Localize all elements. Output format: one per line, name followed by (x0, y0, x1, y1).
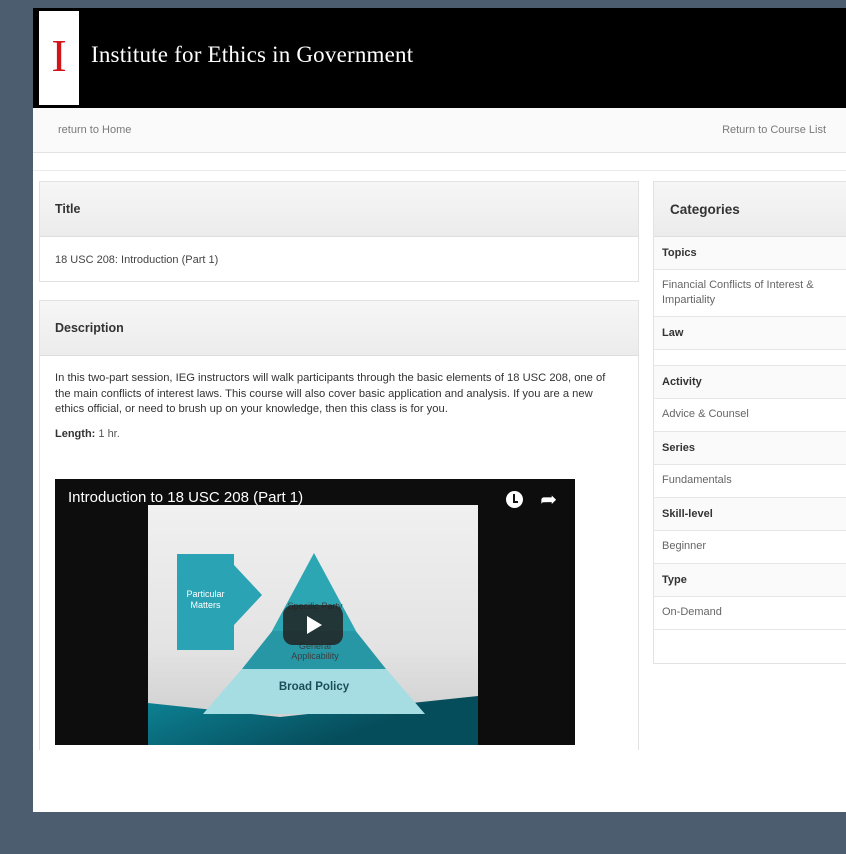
category-label-activity: Activity (654, 366, 846, 399)
description-text: In this two-part session, IEG instructor… (55, 372, 606, 415)
categories-heading: Categories (654, 182, 846, 237)
length-label: Length: (55, 427, 96, 440)
play-button[interactable] (283, 605, 343, 645)
category-value-skill-level[interactable]: Beginner (654, 531, 846, 564)
course-title: 18 USC 208: Introduction (Part 1) (55, 254, 219, 266)
site-logo[interactable]: I (39, 11, 79, 105)
course-length: Length: 1 hr. (40, 418, 638, 440)
nav-bar: return to Home Return to Course List (33, 108, 846, 153)
share-icon[interactable]: ➦ (540, 487, 557, 512)
description-panel-heading: Description (40, 301, 638, 356)
video-title[interactable]: Introduction to 18 USC 208 (Part 1) (68, 489, 303, 506)
category-label-topics: Topics (654, 237, 846, 270)
length-value: 1 hr. (98, 427, 120, 440)
title-panel: Title 18 USC 208: Introduction (Part 1) (39, 181, 639, 282)
video-player[interactable]: Particular Matters Broad Policy Specific… (55, 479, 575, 745)
category-value-activity[interactable]: Advice & Counsel (654, 399, 846, 432)
return-home-link[interactable]: return to Home (58, 124, 131, 136)
category-value-type[interactable]: On-Demand (654, 597, 846, 630)
slide-arrow (234, 565, 262, 625)
category-label-type: Type (654, 564, 846, 597)
category-value-series[interactable]: Fundamentals (654, 465, 846, 498)
slide-box-particular-matters: Particular Matters (177, 554, 234, 650)
category-label-skill-level: Skill-level (654, 498, 846, 531)
pyramid-base: Broad Policy (203, 669, 425, 714)
brand-header: I Institute for Ethics in Government (33, 8, 846, 108)
category-label-law: Law (654, 317, 846, 350)
description-panel: Description In this two-part session, IE… (39, 300, 639, 750)
site-title[interactable]: Institute for Ethics in Government (91, 42, 413, 68)
return-course-list-link[interactable]: Return to Course List (722, 124, 826, 136)
category-value-law (654, 350, 846, 366)
category-value-topics[interactable]: Financial Conflicts of Interest & Impart… (654, 270, 846, 317)
categories-panel: Categories Topics Financial Conflicts of… (653, 181, 846, 664)
category-label-series: Series (654, 432, 846, 465)
watch-later-icon[interactable] (506, 491, 523, 508)
page: I Institute for Ethics in Government ret… (33, 8, 846, 812)
divider (33, 170, 846, 171)
title-panel-heading: Title (40, 182, 638, 237)
